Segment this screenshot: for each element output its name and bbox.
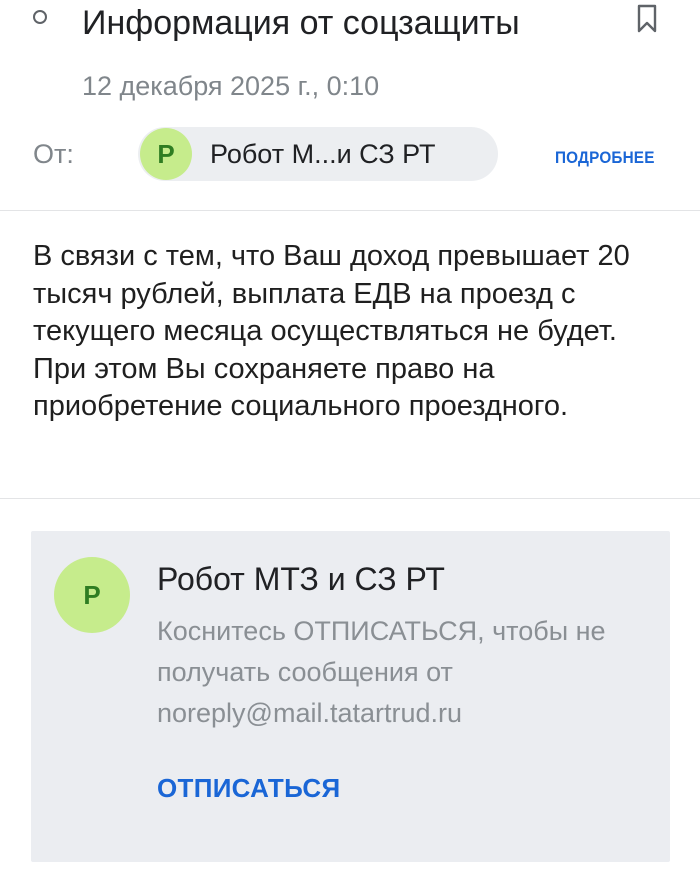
email-subject: Информация от соцзащиты <box>82 4 520 42</box>
card-sender-avatar: Р <box>54 557 130 633</box>
unsubscribe-hint: Коснитесь ОТПИСАТЬСЯ, чтобы не получать … <box>157 616 606 728</box>
email-date: 12 декабря 2025 г., 0:10 <box>82 71 380 101</box>
message-body: В связи с тем, что Ваш доход превышает 2… <box>33 238 673 426</box>
email-view: Информация от соцзащиты 12 декабря 2025 … <box>0 0 700 880</box>
unsubscribe-card: Р Робот МТЗ и СЗ РТ Коснитесь ОТПИСАТЬСЯ… <box>31 531 670 862</box>
details-link[interactable]: ПОДРОБНЕЕ <box>555 140 655 176</box>
unsubscribe-button[interactable]: ОТПИСАТЬСЯ <box>157 768 340 808</box>
message-text: В связи с тем, что Ваш доход превышает 2… <box>33 240 630 422</box>
card-sender-name: Робот МТЗ и СЗ РТ <box>157 561 445 597</box>
bookmark-icon[interactable] <box>636 4 658 34</box>
email-header: Информация от соцзащиты <box>0 0 700 50</box>
sender-name: Робот М...и СЗ РТ <box>210 139 436 169</box>
unread-dot-icon[interactable] <box>33 10 47 24</box>
header-divider <box>0 210 700 211</box>
body-divider <box>0 498 700 499</box>
sender-chip[interactable]: Р Робот М...и СЗ РТ <box>138 127 498 181</box>
sender-avatar: Р <box>140 128 192 180</box>
from-label: От: <box>33 139 74 169</box>
